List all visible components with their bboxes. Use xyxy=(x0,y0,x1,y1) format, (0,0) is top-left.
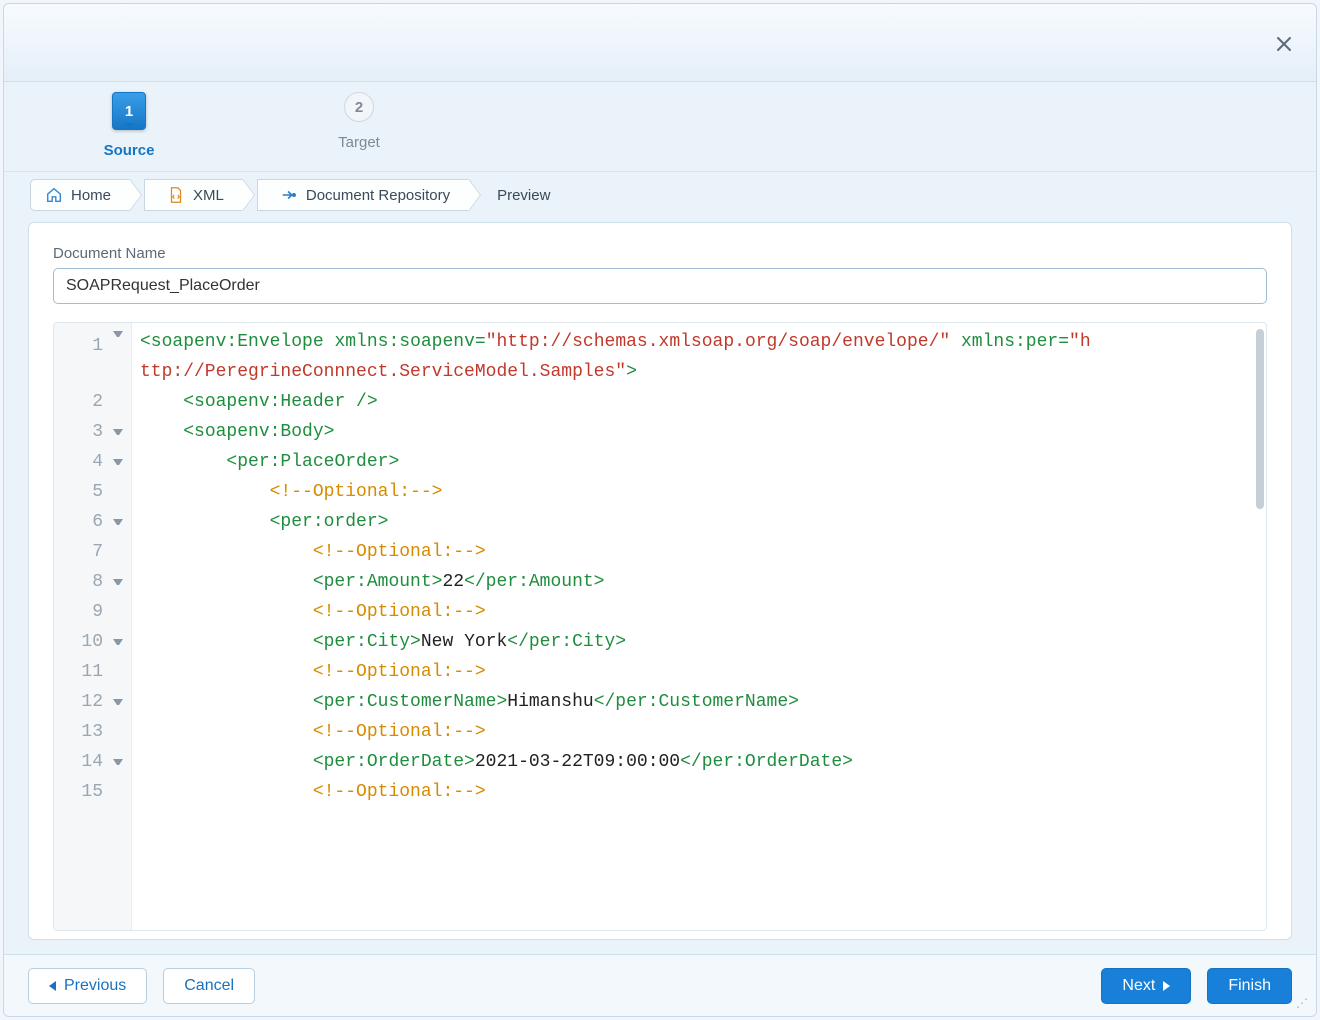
gutter-line: 15 xyxy=(54,777,123,807)
code-line[interactable]: <per:Amount>22</per:Amount> xyxy=(140,567,1258,597)
crumb-label: Home xyxy=(71,187,111,204)
file-code-icon xyxy=(167,186,185,204)
step-target[interactable]: 2 Target xyxy=(314,92,404,151)
next-button[interactable]: Next xyxy=(1101,968,1191,1004)
code-line[interactable]: <!--Optional:--> xyxy=(140,777,1258,807)
document-name-input[interactable] xyxy=(53,268,1267,304)
gutter-line: 13 xyxy=(54,717,123,747)
gutter-line: 3 xyxy=(54,417,123,447)
gutter-line: 7 xyxy=(54,537,123,567)
cancel-button[interactable]: Cancel xyxy=(163,968,255,1004)
crumb-home[interactable]: Home xyxy=(30,179,130,211)
gutter-line: 11 xyxy=(54,657,123,687)
code-line[interactable]: <!--Optional:--> xyxy=(140,597,1258,627)
fold-toggle-icon[interactable] xyxy=(113,331,123,337)
crumb-tail: Preview xyxy=(483,187,550,204)
gutter-line: 2 xyxy=(54,387,123,417)
previous-button[interactable]: Previous xyxy=(28,968,147,1004)
gutter-line: 8 xyxy=(54,567,123,597)
step-badge-2: 2 xyxy=(344,92,374,122)
home-icon xyxy=(45,186,63,204)
fold-toggle-icon[interactable] xyxy=(113,759,123,765)
step-label-2: Target xyxy=(338,134,380,151)
gutter-line: 14 xyxy=(54,747,123,777)
resize-grip-icon[interactable]: ⋰ xyxy=(1296,996,1310,1010)
code-line[interactable]: <per:CustomerName>Himanshu</per:Customer… xyxy=(140,687,1258,717)
step-label-1: Source xyxy=(104,142,155,159)
fold-toggle-icon[interactable] xyxy=(113,429,123,435)
document-name-label: Document Name xyxy=(53,245,1267,262)
modal-header xyxy=(4,4,1316,82)
scrollbar-thumb[interactable] xyxy=(1256,329,1264,509)
fold-toggle-icon[interactable] xyxy=(113,639,123,645)
gutter-line: 10 xyxy=(54,627,123,657)
button-label: Cancel xyxy=(184,977,234,995)
chevron-right-icon xyxy=(1163,981,1170,991)
breadcrumb: Home XML Document Repository Preview xyxy=(4,172,1316,218)
finish-button[interactable]: Finish xyxy=(1207,968,1292,1004)
gutter-line: 9 xyxy=(54,597,123,627)
code-line[interactable]: <!--Optional:--> xyxy=(140,537,1258,567)
code-editor[interactable]: 123456789101112131415 <soapenv:Envelope … xyxy=(53,322,1267,931)
step-source[interactable]: 1 Source xyxy=(84,92,174,159)
editor-gutter: 123456789101112131415 xyxy=(54,323,132,930)
chevron-left-icon xyxy=(49,981,56,991)
wizard-modal: 1 Source 2 Target Home XML Document Repo… xyxy=(3,3,1317,1017)
code-line[interactable]: <per:order> xyxy=(140,507,1258,537)
button-label: Previous xyxy=(64,977,126,995)
code-line[interactable]: <per:OrderDate>2021-03-22T09:00:00</per:… xyxy=(140,747,1258,777)
code-line[interactable]: <!--Optional:--> xyxy=(140,657,1258,687)
code-line[interactable]: <soapenv:Body> xyxy=(140,417,1258,447)
step-badge-1: 1 xyxy=(112,92,146,130)
close-icon[interactable] xyxy=(1274,34,1294,54)
code-line[interactable]: <soapenv:Header /> xyxy=(140,387,1258,417)
wizard-steps: 1 Source 2 Target xyxy=(4,82,1316,172)
repo-arrow-icon xyxy=(280,186,298,204)
main-panel: Document Name 123456789101112131415 <soa… xyxy=(28,222,1292,940)
fold-toggle-icon[interactable] xyxy=(113,459,123,465)
code-line[interactable]: <per:City>New York</per:City> xyxy=(140,627,1258,657)
fold-toggle-icon[interactable] xyxy=(113,579,123,585)
gutter-line: 12 xyxy=(54,687,123,717)
crumb-xml[interactable]: XML xyxy=(144,179,243,211)
gutter-line: 4 xyxy=(54,447,123,477)
code-line[interactable]: <soapenv:Envelope xmlns:soapenv="http://… xyxy=(140,327,1100,387)
gutter-line: 5 xyxy=(54,477,123,507)
fold-toggle-icon[interactable] xyxy=(113,519,123,525)
code-line[interactable]: <!--Optional:--> xyxy=(140,717,1258,747)
crumb-document-repository[interactable]: Document Repository xyxy=(257,179,469,211)
button-label: Finish xyxy=(1228,977,1271,995)
wizard-footer: Previous Cancel Next Finish xyxy=(4,954,1316,1016)
fold-toggle-icon[interactable] xyxy=(113,699,123,705)
gutter-line: 1 xyxy=(54,327,123,387)
button-label: Next xyxy=(1122,977,1155,995)
editor-code[interactable]: <soapenv:Envelope xmlns:soapenv="http://… xyxy=(132,323,1266,930)
crumb-label: Document Repository xyxy=(306,187,450,204)
crumb-label: XML xyxy=(193,187,224,204)
gutter-line: 6 xyxy=(54,507,123,537)
code-line[interactable]: <!--Optional:--> xyxy=(140,477,1258,507)
code-line[interactable]: <per:PlaceOrder> xyxy=(140,447,1258,477)
